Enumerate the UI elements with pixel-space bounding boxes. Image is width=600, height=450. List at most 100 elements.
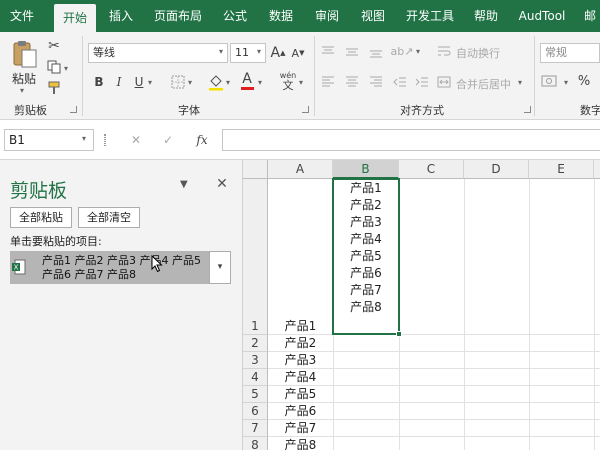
row-header-3[interactable]: 3	[243, 352, 268, 369]
merge-center-icon[interactable]	[436, 74, 452, 90]
tab-file[interactable]: 文件	[0, 0, 44, 32]
column-header-next[interactable]	[594, 160, 600, 179]
number-format-box[interactable]: 常规	[540, 43, 600, 63]
pane-options-icon[interactable]: ▼	[180, 179, 188, 190]
cell-a4[interactable]: 产品4	[268, 369, 333, 386]
font-color-icon[interactable]: A	[240, 72, 254, 90]
tab-review[interactable]: 审阅	[306, 0, 348, 32]
decrease-indent-icon[interactable]	[392, 74, 408, 90]
fill-handle[interactable]	[396, 331, 402, 337]
orientation-icon[interactable]: ab↗	[391, 43, 414, 59]
tab-data[interactable]: 数据	[260, 0, 302, 32]
font-color-dropdown-icon[interactable]: ▾	[258, 78, 262, 87]
format-painter-icon[interactable]	[46, 80, 62, 96]
row-header-8[interactable]: 8	[243, 437, 268, 450]
cell-a3[interactable]: 产品3	[268, 352, 333, 369]
font-name-dropdown-icon[interactable]: ▾	[219, 47, 223, 56]
formula-bar-grip[interactable]	[104, 134, 106, 146]
row-header-1[interactable]: 1	[243, 318, 268, 335]
column-header-e[interactable]: E	[529, 160, 594, 179]
cell-a8[interactable]: 产品8	[268, 437, 333, 450]
tab-formulas[interactable]: 公式	[214, 0, 256, 32]
tab-help[interactable]: 帮助	[466, 0, 506, 32]
paste-all-button[interactable]: 全部粘贴	[10, 207, 72, 228]
border-dropdown-icon[interactable]: ▾	[188, 78, 192, 87]
name-box[interactable]: B1	[4, 129, 94, 151]
column-header-c[interactable]: C	[399, 160, 464, 179]
percent-button[interactable]: %	[576, 73, 592, 89]
paste-icon[interactable]	[10, 40, 40, 68]
font-name-box[interactable]: 等线	[88, 43, 228, 63]
column-header-b[interactable]: B	[333, 160, 399, 179]
name-box-dropdown-icon[interactable]: ▾	[82, 134, 86, 143]
row-header-1-upper[interactable]	[243, 179, 268, 335]
row-header-2[interactable]: 2	[243, 335, 268, 352]
font-launcher-icon[interactable]	[302, 106, 309, 113]
copy-dropdown-icon[interactable]: ▾	[64, 64, 68, 73]
align-right-icon[interactable]	[368, 74, 384, 90]
cell-a2[interactable]: 产品2	[268, 335, 333, 352]
bottom-align-icon[interactable]	[368, 44, 384, 60]
clipboard-launcher-icon[interactable]	[70, 106, 77, 113]
border-icon[interactable]	[170, 74, 186, 90]
merge-center-label[interactable]: 合并后居中	[456, 76, 511, 92]
tab-insert[interactable]: 插入	[100, 0, 142, 32]
increase-indent-icon[interactable]	[414, 74, 430, 90]
row-header-4[interactable]: 4	[243, 369, 268, 386]
accounting-dropdown-icon[interactable]: ▾	[564, 78, 568, 87]
tab-page-layout[interactable]: 页面布局	[146, 0, 210, 32]
top-align-icon[interactable]	[320, 44, 336, 60]
paste-button-label[interactable]: 粘贴	[12, 70, 36, 87]
middle-align-icon[interactable]	[344, 44, 360, 60]
tab-mail[interactable]: 邮	[580, 0, 600, 32]
underline-button[interactable]: U	[132, 74, 146, 90]
phonetic-icon[interactable]: wén 文	[278, 71, 298, 91]
formula-input[interactable]	[222, 129, 600, 151]
cell-a5[interactable]: 产品5	[268, 386, 333, 403]
paste-dropdown-icon[interactable]: ▾	[20, 86, 24, 95]
copy-icon[interactable]	[46, 59, 62, 75]
fill-color-dropdown-icon[interactable]: ▾	[226, 78, 230, 87]
wrap-text-label[interactable]: 自动换行	[456, 45, 500, 61]
cut-icon[interactable]: ✂	[46, 38, 62, 54]
tab-home[interactable]: 开始	[54, 4, 96, 32]
clipboard-item-dropdown-icon[interactable]: ▾	[209, 251, 231, 284]
insert-function-icon[interactable]: fx	[192, 132, 212, 148]
align-left-icon[interactable]	[320, 74, 336, 90]
orientation-dropdown-icon[interactable]: ▾	[416, 47, 420, 56]
accounting-format-icon[interactable]	[540, 72, 562, 90]
enter-icon[interactable]: ✓	[160, 132, 176, 148]
column-header-a[interactable]: A	[268, 160, 333, 179]
align-center-icon[interactable]	[344, 74, 360, 90]
row-header-7[interactable]: 7	[243, 420, 268, 437]
tab-audtool[interactable]: AudTool	[512, 0, 572, 32]
ribbon-separator	[82, 36, 83, 116]
column-header-d[interactable]: D	[464, 160, 529, 179]
underline-dropdown-icon[interactable]: ▾	[148, 78, 152, 87]
italic-button[interactable]: I	[112, 74, 126, 90]
pane-close-icon[interactable]: ✕	[214, 176, 230, 192]
tab-view[interactable]: 视图	[352, 0, 394, 32]
tab-developer[interactable]: 开发工具	[398, 0, 462, 32]
cancel-icon[interactable]: ✕	[128, 132, 144, 148]
excel-item-icon: X	[12, 259, 26, 275]
row-header-5[interactable]: 5	[243, 386, 268, 403]
grow-font-icon[interactable]: A ▲	[270, 44, 286, 62]
alignment-launcher-icon[interactable]	[524, 106, 531, 113]
font-size-dropdown-icon[interactable]: ▾	[257, 47, 261, 56]
select-all-corner[interactable]	[243, 160, 268, 179]
cell-a1[interactable]: 产品1	[268, 318, 333, 335]
cell-a7[interactable]: 产品7	[268, 420, 333, 437]
fill-color-icon[interactable]	[208, 73, 224, 91]
bold-button[interactable]: B	[92, 74, 106, 90]
cell-b1-selected[interactable]: 产品1 产品2 产品3 产品4 产品5 产品6 产品7 产品8	[332, 178, 400, 335]
row-header-6[interactable]: 6	[243, 403, 268, 420]
wrap-text-icon[interactable]	[436, 43, 452, 59]
shrink-font-icon[interactable]: A ▼	[290, 44, 306, 62]
phonetic-dropdown-icon[interactable]: ▾	[299, 78, 303, 87]
cell-a6[interactable]: 产品6	[268, 403, 333, 420]
cell-a1-upper[interactable]	[268, 179, 333, 334]
clear-all-button[interactable]: 全部清空	[78, 207, 140, 228]
clipboard-item[interactable]: X 产品1 产品2 产品3 产品4 产品5 产品6 产品7 产品8 ▾	[10, 251, 231, 284]
merge-center-dropdown-icon[interactable]: ▾	[518, 78, 522, 87]
